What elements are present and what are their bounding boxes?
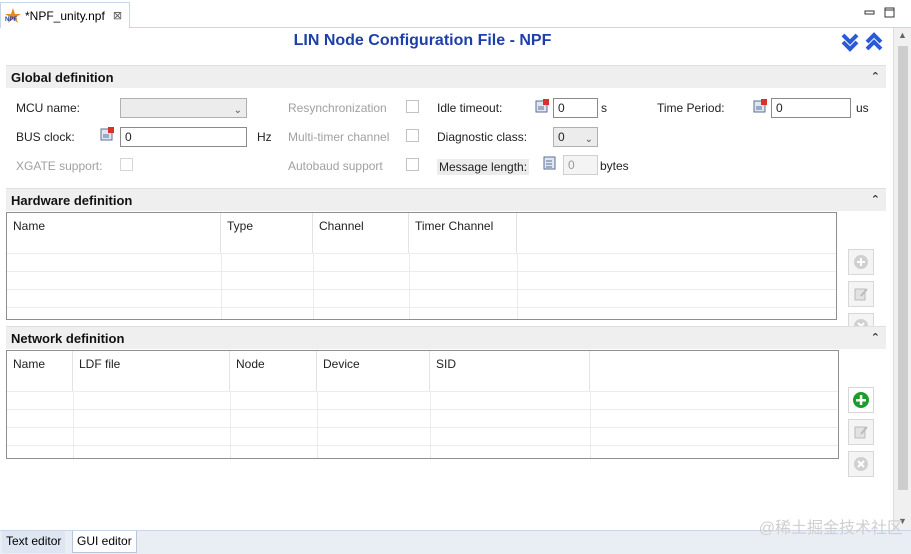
row-divider <box>7 271 836 272</box>
row-divider <box>7 445 838 446</box>
vertical-scrollbar[interactable]: ▲ ▼ <box>893 28 911 530</box>
scroll-up-icon[interactable]: ▲ <box>898 30 907 40</box>
editor-tab-bar: NPF *NPF_unity.npf ⊠ <box>0 0 911 28</box>
editor-tab-label: *NPF_unity.npf <box>25 8 105 23</box>
message-length-unit: bytes <box>600 159 629 173</box>
bus-clock-unit: Hz <box>257 130 272 144</box>
npf-logo-icon: NPF <box>5 7 21 24</box>
time-period-label: Time Period: <box>657 101 725 115</box>
column-header-type[interactable]: Type <box>221 213 313 253</box>
tab-gui-editor[interactable]: GUI editor <box>72 531 137 553</box>
autobaud-support-checkbox[interactable] <box>406 158 419 171</box>
edit-hardware-button[interactable] <box>848 281 874 307</box>
column-divider <box>517 253 518 319</box>
editor-tab[interactable]: NPF *NPF_unity.npf ⊠ <box>0 2 130 28</box>
bus-clock-input[interactable]: 0 <box>120 127 247 147</box>
column-divider <box>430 391 431 458</box>
resynchronization-label: Resynchronization <box>288 101 387 115</box>
column-header-name[interactable]: Name <box>7 213 221 253</box>
collapse-all-icon[interactable] <box>864 32 884 55</box>
message-length-input[interactable]: 0 <box>563 155 598 175</box>
add-icon <box>853 392 869 408</box>
row-divider <box>7 427 838 428</box>
autobaud-support-label: Autobaud support <box>288 159 383 173</box>
column-divider <box>317 391 318 458</box>
row-divider <box>7 409 838 410</box>
message-length-label: Message length: <box>437 159 530 175</box>
collapse-section-icon[interactable]: ⌃ <box>871 70 880 83</box>
global-definition-section: Global definition ⌃ MCU name: ⌄ Resynchr… <box>6 65 886 183</box>
multi-timer-channel-checkbox[interactable] <box>406 129 419 142</box>
column-header-device[interactable]: Device <box>317 351 430 391</box>
add-icon <box>854 255 868 269</box>
hardware-definition-section: Hardware definition ⌃ Name Type Channel … <box>6 188 886 339</box>
maximize-icon[interactable] <box>884 7 895 18</box>
column-divider <box>73 391 74 458</box>
add-network-button[interactable] <box>848 387 874 413</box>
calculator-icon[interactable] <box>100 127 114 141</box>
global-definition-header[interactable]: Global definition ⌃ <box>6 65 886 88</box>
delete-icon <box>854 457 868 471</box>
page-title: LIN Node Configuration File - NPF <box>293 32 552 49</box>
column-header-name[interactable]: Name <box>7 351 73 391</box>
diagnostic-class-select[interactable]: 0 ⌄ <box>553 127 598 147</box>
row-divider <box>7 253 836 254</box>
row-divider <box>7 289 836 290</box>
column-header-channel[interactable]: Channel <box>313 213 409 253</box>
bus-clock-label: BUS clock: <box>16 130 75 144</box>
time-period-unit: us <box>856 101 869 115</box>
column-header-node[interactable]: Node <box>230 351 317 391</box>
diagnostic-class-label: Diagnostic class: <box>437 130 528 144</box>
column-header-sid[interactable]: SID <box>430 351 590 391</box>
xgate-support-label: XGATE support: <box>16 159 103 173</box>
minimize-icon[interactable] <box>864 7 875 18</box>
column-divider <box>230 391 231 458</box>
chevron-down-icon: ⌄ <box>584 134 593 145</box>
mcu-name-label: MCU name: <box>16 101 81 115</box>
calculator-icon[interactable] <box>543 156 557 170</box>
hardware-definition-header[interactable]: Hardware definition ⌃ <box>6 188 886 211</box>
scrollbar-thumb[interactable] <box>898 46 908 490</box>
calculator-icon[interactable] <box>535 99 549 113</box>
time-period-input[interactable]: 0 <box>771 98 851 118</box>
watermark: @稀土掘金技术社区 <box>758 520 903 537</box>
column-header-ldf-file[interactable]: LDF file <box>73 351 230 391</box>
expand-all-icon[interactable] <box>840 32 860 55</box>
calculator-icon[interactable] <box>753 99 767 113</box>
network-definition-section: Network definition ⌃ Name LDF file Node … <box>6 326 886 477</box>
column-divider <box>409 253 410 319</box>
column-divider <box>313 253 314 319</box>
column-header-timer-channel[interactable]: Timer Channel <box>409 213 517 253</box>
tab-text-editor[interactable]: Text editor <box>2 531 66 553</box>
delete-network-button[interactable] <box>848 451 874 477</box>
resynchronization-checkbox[interactable] <box>406 100 419 113</box>
network-table[interactable]: Name LDF file Node Device SID <box>6 350 839 459</box>
idle-timeout-label: Idle timeout: <box>437 101 503 115</box>
row-divider <box>7 307 836 308</box>
edit-network-button[interactable] <box>848 419 874 445</box>
column-divider <box>590 391 591 458</box>
mcu-name-select[interactable]: ⌄ <box>120 98 247 118</box>
close-icon[interactable]: ⊠ <box>113 9 122 22</box>
row-divider <box>7 391 838 392</box>
xgate-support-checkbox[interactable] <box>120 158 133 171</box>
multi-timer-channel-label: Multi-timer channel <box>288 130 390 144</box>
collapse-section-icon[interactable]: ⌃ <box>871 193 880 206</box>
edit-icon <box>854 426 868 439</box>
idle-timeout-input[interactable]: 0 <box>553 98 598 118</box>
form-content: LIN Node Configuration File - NPF Global… <box>0 28 893 530</box>
idle-timeout-unit: s <box>601 101 607 115</box>
collapse-section-icon[interactable]: ⌃ <box>871 331 880 344</box>
hardware-table[interactable]: Name Type Channel Timer Channel <box>6 212 837 320</box>
add-hardware-button[interactable] <box>848 249 874 275</box>
column-divider <box>221 253 222 319</box>
edit-icon <box>854 288 868 301</box>
chevron-down-icon: ⌄ <box>233 105 242 116</box>
network-definition-header[interactable]: Network definition ⌃ <box>6 326 886 349</box>
